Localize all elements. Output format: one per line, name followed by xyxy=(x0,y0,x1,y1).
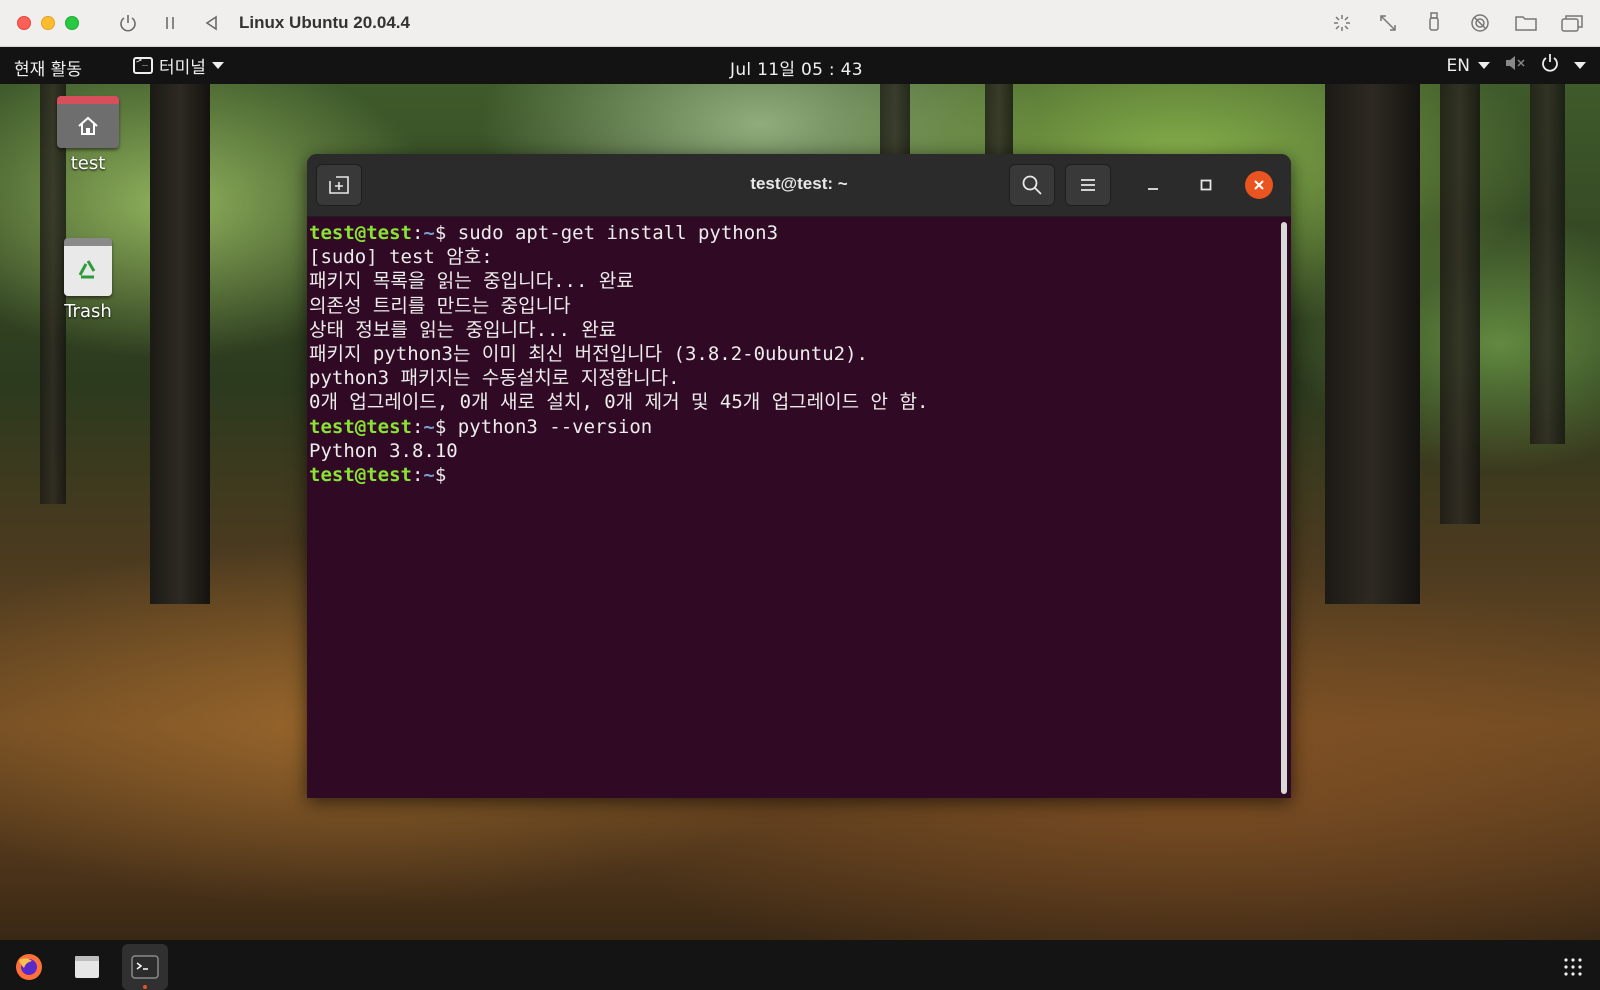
dock-item-terminal[interactable] xyxy=(122,944,168,990)
terminal-output[interactable]: test@test:~$ sudo apt-get install python… xyxy=(307,217,1277,798)
prompt-symbol: $ xyxy=(434,222,447,244)
terminal-prompt-line: test@test:~$ python3 --version xyxy=(309,415,1275,439)
usb-icon[interactable] xyxy=(1418,8,1450,38)
show-applications-button[interactable] xyxy=(1550,944,1596,990)
home-folder-icon xyxy=(57,96,119,148)
prompt-symbol: $ xyxy=(434,415,447,438)
apps-grid-icon xyxy=(1564,958,1582,976)
prompt-separator: : xyxy=(411,463,424,486)
windows-icon[interactable] xyxy=(1556,8,1588,38)
close-button[interactable] xyxy=(1245,171,1273,199)
terminal-output-line: 의존성 트리를 만드는 중입니다 xyxy=(309,294,571,317)
terminal-headerbar[interactable]: test@test: ~ xyxy=(307,154,1291,217)
sharing-icon[interactable] xyxy=(1464,8,1496,38)
dock-item-firefox[interactable] xyxy=(6,944,52,990)
firefox-icon xyxy=(16,954,42,980)
prompt-path: ~ xyxy=(423,222,435,244)
dock xyxy=(0,940,1600,990)
minimize-window-button[interactable] xyxy=(41,16,55,30)
terminal-prompt-line: test@test:~$ xyxy=(309,463,1275,487)
window-traffic-lights xyxy=(17,16,79,30)
prompt-user: test@test xyxy=(309,463,412,486)
terminal-command: python3 --version xyxy=(446,415,653,438)
zoom-window-button[interactable] xyxy=(65,16,79,30)
menu-button[interactable] xyxy=(1065,164,1111,206)
prompt-symbol: $ xyxy=(434,463,447,486)
terminal-icon xyxy=(133,55,153,74)
chevron-down-icon xyxy=(211,62,224,69)
power-icon[interactable] xyxy=(107,8,149,38)
prompt-user: test@test xyxy=(309,415,412,438)
prompt-path: ~ xyxy=(423,463,435,486)
dock-item-files[interactable] xyxy=(64,944,110,990)
prompt-user: test@test xyxy=(309,222,412,244)
terminal-icon xyxy=(131,955,159,979)
terminal-scrollbar[interactable] xyxy=(1281,222,1287,794)
terminal-output-line: 패키지 목록을 읽는 중입니다... 완료 xyxy=(309,270,634,293)
terminal-window[interactable]: test@test: ~ test@test:~$ sudo apt-get i… xyxy=(307,154,1291,798)
app-menu-button[interactable]: 터미널 xyxy=(133,53,224,78)
chevron-down-icon xyxy=(1574,62,1586,69)
files-icon xyxy=(75,956,99,978)
activities-button[interactable]: 현재 활동 xyxy=(14,55,82,80)
resize-icon[interactable] xyxy=(1372,8,1404,38)
gnome-top-bar: 현재 활동 터미널 Jul 11일 05 : 43 EN xyxy=(0,47,1600,84)
folder-icon[interactable] xyxy=(1510,8,1542,38)
desktop-icon-trash[interactable]: Trash xyxy=(33,238,143,322)
app-menu-label: 터미널 xyxy=(159,58,206,78)
vm-title: Linux Ubuntu 20.04.4 xyxy=(239,13,410,32)
volume-muted-icon xyxy=(1504,53,1526,78)
minimize-button[interactable] xyxy=(1139,171,1167,199)
terminal-command: sudo apt-get install python3 xyxy=(446,222,779,244)
desktop-icon-label: test xyxy=(70,153,106,174)
back-icon[interactable] xyxy=(191,8,233,38)
desktop-icon-home[interactable]: test xyxy=(33,96,143,174)
desktop-icon-label: Trash xyxy=(64,301,112,322)
minimize-icon xyxy=(1148,188,1158,190)
close-icon xyxy=(1254,180,1264,190)
clock[interactable]: Jul 11일 05 : 43 xyxy=(730,55,863,80)
terminal-output-line: 상태 정보를 읽는 중입니다... 완료 xyxy=(309,318,617,341)
close-window-button[interactable] xyxy=(17,16,31,30)
search-icon xyxy=(1022,175,1042,195)
terminal-output-line: Python 3.8.10 xyxy=(309,439,458,462)
system-tray[interactable]: EN xyxy=(1447,53,1586,78)
prompt-separator: : xyxy=(411,222,424,244)
power-icon xyxy=(1540,53,1560,78)
search-button[interactable] xyxy=(1009,164,1055,206)
input-language[interactable]: EN xyxy=(1447,56,1470,76)
terminal-output-line: 패키지 python3는 이미 최신 버전입니다 (3.8.2-0ubuntu2… xyxy=(309,342,868,365)
prompt-path: ~ xyxy=(423,415,435,438)
chevron-down-icon xyxy=(1478,62,1490,69)
pause-icon[interactable] xyxy=(149,8,191,38)
running-indicator xyxy=(143,985,147,989)
hamburger-icon xyxy=(1081,179,1095,191)
terminal-output-line: python3 패키지는 수동설치로 지정합니다. xyxy=(309,367,680,390)
prompt-separator: : xyxy=(411,415,424,438)
maximize-button[interactable] xyxy=(1192,171,1220,199)
terminal-prompt-line: test@test:~$ sudo apt-get install python… xyxy=(309,221,1275,245)
vm-titlebar: Linux Ubuntu 20.04.4 xyxy=(0,0,1600,47)
terminal-output-line: 0개 업그레이드, 0개 새로 설치, 0개 제거 및 45개 업그레이드 안 … xyxy=(309,391,929,414)
terminal-output-line: [sudo] test 암호: xyxy=(309,246,493,269)
maximize-icon xyxy=(1200,179,1212,191)
trash-icon xyxy=(64,238,112,296)
brightness-icon[interactable] xyxy=(1326,8,1358,38)
